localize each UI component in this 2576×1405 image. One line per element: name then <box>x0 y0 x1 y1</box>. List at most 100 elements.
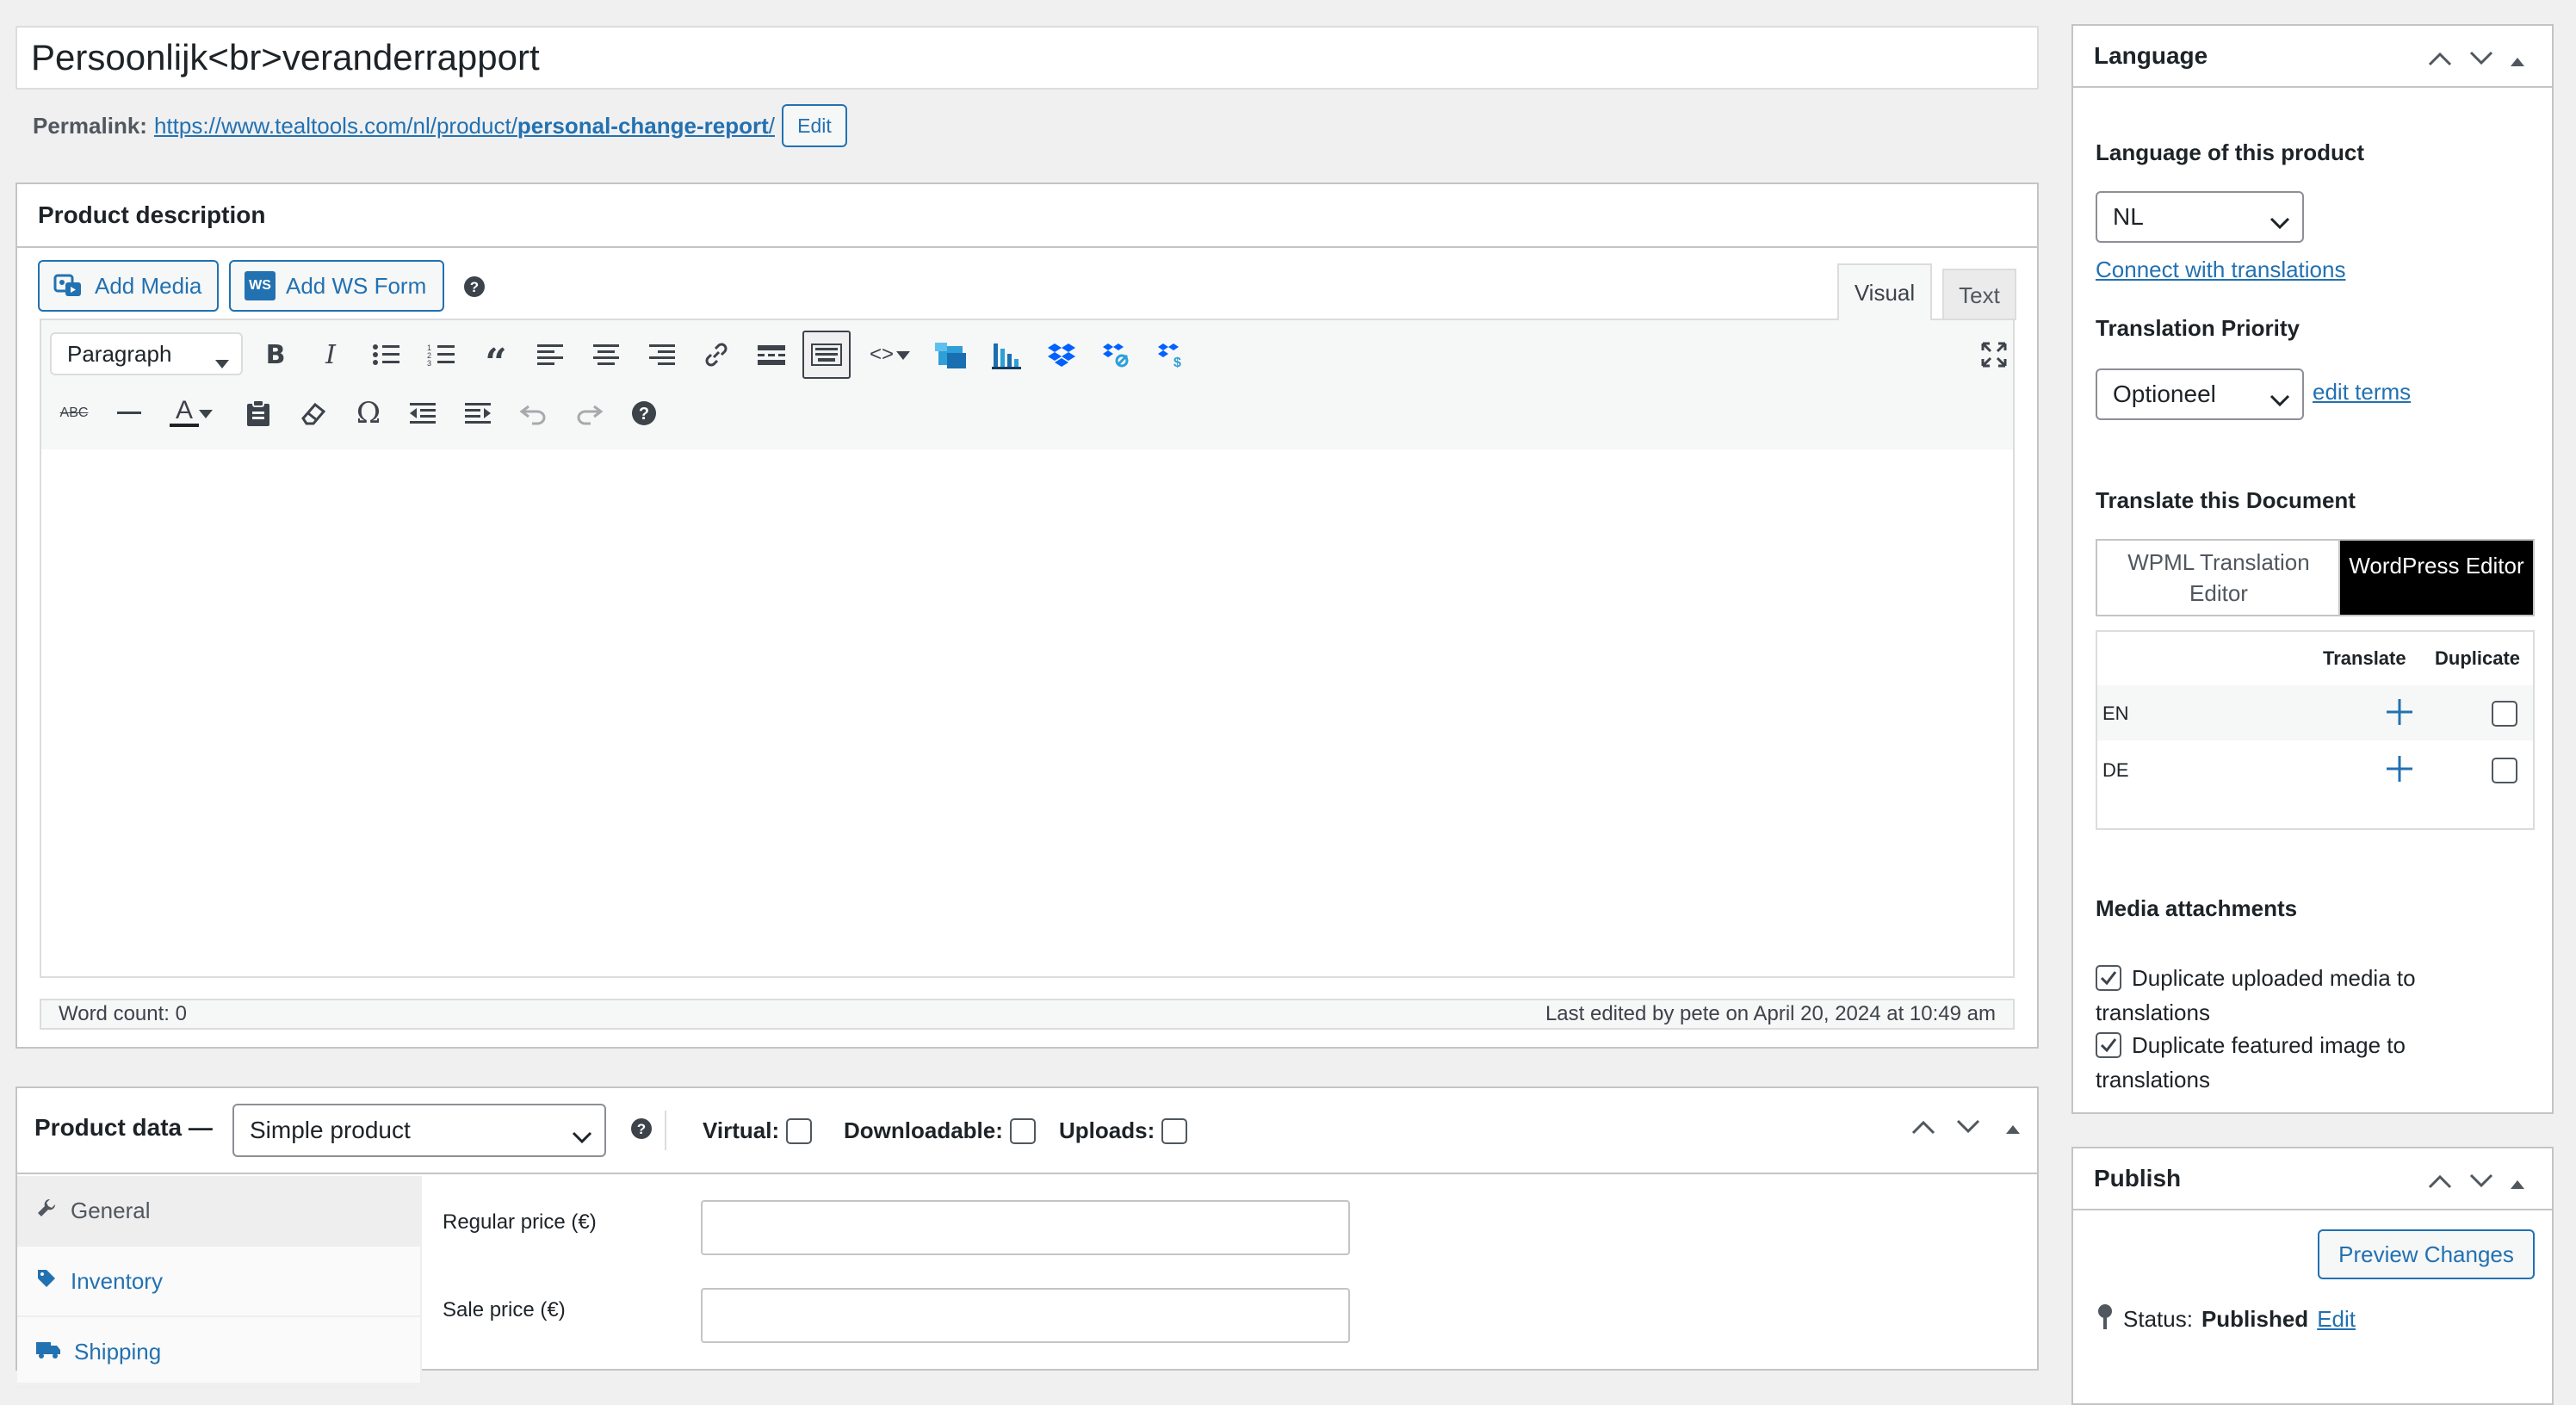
special-character-icon[interactable]: Ω <box>344 389 393 437</box>
language-select[interactable]: NL <box>2096 191 2304 243</box>
dropbox-share-icon[interactable]: $ <box>1149 331 1197 379</box>
align-center-icon[interactable] <box>582 331 630 379</box>
priority-select-value: Optioneel <box>2113 381 2216 407</box>
paste-text-icon[interactable] <box>234 389 282 437</box>
add-media-button[interactable]: Add Media <box>38 260 219 312</box>
chevron-up-icon[interactable] <box>1911 1119 1935 1139</box>
translate-column-header: Translate <box>2323 647 2406 669</box>
svg-text:3: 3 <box>427 359 431 367</box>
svg-text:?: ? <box>470 279 479 295</box>
tab-general[interactable]: General <box>17 1176 420 1247</box>
regular-price-label: Regular price (€) <box>443 1210 597 1234</box>
strikethrough-icon[interactable]: ABC <box>50 389 98 437</box>
wpml-editor-button[interactable]: WPML Translation Editor <box>2096 539 2342 616</box>
bullet-list-icon[interactable] <box>362 331 410 379</box>
language-box: Language Language of this product NL Con… <box>2071 24 2554 1114</box>
dropbox-link-icon[interactable] <box>1093 331 1142 379</box>
language-code: DE <box>2102 759 2129 781</box>
bold-icon[interactable]: B <box>251 331 300 379</box>
regular-price-input[interactable] <box>701 1200 1350 1255</box>
status-value: Published <box>2201 1306 2309 1332</box>
plus-icon[interactable] <box>2385 697 2414 731</box>
caret-up-icon[interactable] <box>2511 1167 2524 1195</box>
undo-icon[interactable] <box>510 389 558 437</box>
media-icon <box>53 272 84 300</box>
help-icon[interactable]: ? <box>630 1117 653 1144</box>
tab-shipping[interactable]: Shipping <box>17 1317 420 1388</box>
permalink-edit-button[interactable]: Edit <box>781 104 847 147</box>
tab-inventory-label: Inventory <box>71 1267 163 1294</box>
svg-text:$: $ <box>1173 356 1181 368</box>
caret-down-icon[interactable] <box>890 331 916 379</box>
horizontal-line-icon[interactable] <box>105 389 153 437</box>
divider <box>665 1111 666 1150</box>
caret-up-icon[interactable] <box>2006 1123 2020 1138</box>
tab-text[interactable]: Text <box>1942 269 2016 320</box>
product-data-header: Product data — Simple product ? Virtual:… <box>17 1088 2037 1174</box>
indent-icon[interactable] <box>455 389 503 437</box>
ws-form-icon: WS <box>245 271 276 300</box>
clear-formatting-icon[interactable] <box>289 389 337 437</box>
product-data-label: Product data — <box>34 1114 213 1141</box>
duplicate-checkbox[interactable] <box>2492 701 2517 727</box>
fullscreen-icon[interactable] <box>1970 331 2018 379</box>
blockquote-icon[interactable]: “ <box>472 331 520 385</box>
align-left-icon[interactable] <box>527 331 575 379</box>
chevron-up-icon[interactable] <box>2428 1167 2452 1195</box>
connect-translations-link[interactable]: Connect with translations <box>2096 257 2345 283</box>
preview-changes-button[interactable]: Preview Changes <box>2318 1229 2535 1279</box>
uploads-checkbox[interactable] <box>1161 1117 1188 1144</box>
caret-down-icon <box>215 348 229 374</box>
read-more-icon[interactable] <box>747 331 796 379</box>
product-type-select[interactable]: Simple product <box>232 1104 606 1157</box>
format-select[interactable]: Paragraph <box>50 332 243 375</box>
title-input[interactable]: Persoonlijk<br>veranderrapport <box>15 26 2039 90</box>
dropbox-icon[interactable] <box>1038 331 1087 379</box>
downloadable-checkbox[interactable] <box>1009 1117 1036 1144</box>
image-plugin-icon[interactable] <box>928 331 976 379</box>
duplicate-checkbox[interactable] <box>2492 758 2517 783</box>
add-ws-form-button[interactable]: WS Add WS Form <box>229 260 444 312</box>
chevron-down-icon[interactable] <box>2469 1167 2493 1195</box>
chevron-up-icon[interactable] <box>2428 45 2452 72</box>
redo-icon[interactable] <box>565 389 613 437</box>
help-icon[interactable]: ? <box>463 275 486 298</box>
dup-media-checkbox[interactable] <box>2096 965 2121 991</box>
caret-down-icon[interactable] <box>193 389 219 437</box>
dup-featured-label: Duplicate featured image to translations <box>2096 1032 2406 1092</box>
language-of-product-label: Language of this product <box>2096 139 2364 165</box>
keyboard-help-icon[interactable]: ? <box>620 389 668 437</box>
publish-heading: Publish <box>2094 1165 2182 1191</box>
dup-featured-checkbox[interactable] <box>2096 1032 2121 1058</box>
box-controls <box>2428 45 2524 72</box>
add-media-label: Add Media <box>95 272 202 299</box>
publish-box-header: Publish <box>2073 1148 2552 1210</box>
chart-plugin-icon[interactable] <box>983 331 1031 379</box>
caret-up-icon[interactable] <box>2511 45 2524 72</box>
sale-price-input[interactable] <box>701 1288 1350 1343</box>
product-type-value: Simple product <box>250 1117 411 1143</box>
priority-select[interactable]: Optioneel <box>2096 368 2304 420</box>
italic-icon[interactable]: I <box>307 331 355 379</box>
tab-general-label: General <box>71 1197 151 1223</box>
toolbar-toggle-icon[interactable] <box>802 331 851 379</box>
editor-content-area[interactable] <box>40 449 2015 978</box>
tab-inventory[interactable]: Inventory <box>17 1247 420 1317</box>
permalink-link[interactable]: https://www.tealtools.com/nl/product/per… <box>154 113 775 139</box>
box-controls <box>2428 1167 2524 1195</box>
plus-icon[interactable] <box>2385 754 2414 788</box>
virtual-checkbox[interactable] <box>786 1117 813 1144</box>
align-right-icon[interactable] <box>637 331 685 379</box>
chevron-down-icon[interactable] <box>1956 1119 1980 1139</box>
numbered-list-icon[interactable]: 123 <box>417 331 465 379</box>
tab-visual[interactable]: Visual <box>1837 263 1932 320</box>
link-icon[interactable] <box>692 331 740 379</box>
edit-terms-link[interactable]: edit terms <box>2313 379 2411 405</box>
outdent-icon[interactable] <box>399 389 448 437</box>
status-edit-link[interactable]: Edit <box>2317 1306 2356 1333</box>
word-count: Word count: 0 <box>59 1002 187 1025</box>
wrench-icon <box>36 1198 57 1224</box>
wordpress-editor-button[interactable]: WordPress Editor <box>2338 539 2535 616</box>
publish-box: Publish Preview Changes Status: Publishe… <box>2071 1147 2554 1405</box>
chevron-down-icon[interactable] <box>2469 45 2493 72</box>
